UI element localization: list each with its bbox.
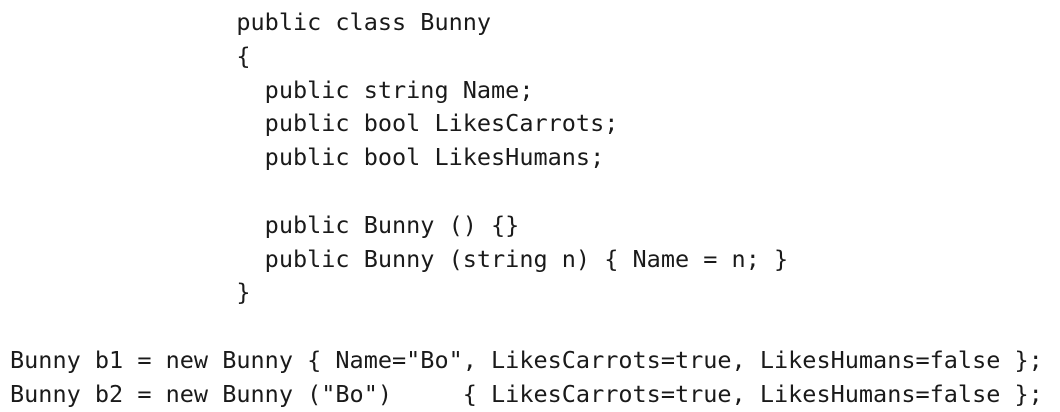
code-line-close-brace: } [10,278,251,307]
code-line-b2-initializer: Bunny b2 = new Bunny ("Bo") { LikesCarro… [10,379,1043,408]
code-line-string-constructor: public Bunny (string n) { Name = n; } [10,244,789,273]
code-line-open-brace: { [10,41,251,70]
code-line-name-field: public string Name; [10,75,534,104]
code-block: public class Bunny { public string Name;… [10,6,1043,412]
code-line-likeshumans-field: public bool LikesHumans; [10,143,605,172]
code-line-b1-initializer: Bunny b1 = new Bunny { Name="Bo", LikesC… [10,345,1043,374]
code-line-likescarrots-field: public bool LikesCarrots; [10,109,619,138]
code-line-class-declaration: public class Bunny [10,8,492,36]
code-line-default-constructor: public Bunny () {} [10,210,520,239]
